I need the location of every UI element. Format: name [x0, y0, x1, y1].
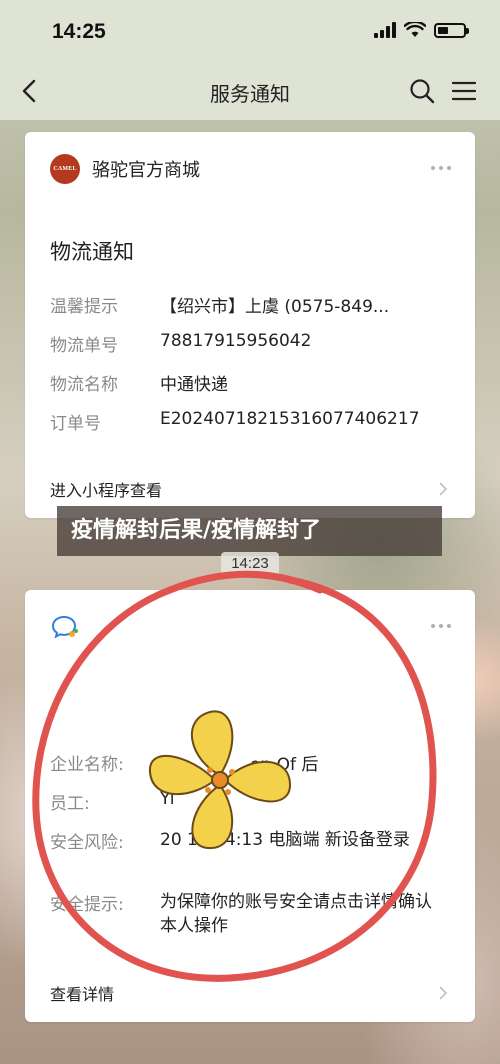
- field-value: 20 19 14:13 电脑端 新设备登录: [160, 830, 410, 850]
- search-icon[interactable]: [408, 77, 436, 105]
- field-row: 温馨提示 【绍兴市】上虞 (0575-849...: [50, 292, 455, 318]
- field-label: 温馨提示: [50, 297, 118, 317]
- field-label: 员工:: [50, 794, 90, 814]
- shop-avatar: CAMEL: [50, 154, 80, 184]
- nav-bar: 服务通知: [0, 64, 500, 120]
- more-options-icon[interactable]: [431, 166, 451, 170]
- open-mini-program-link[interactable]: 进入小程序查看: [50, 476, 450, 502]
- footer-label: 查看详情: [50, 985, 115, 1004]
- shop-name: 骆驼官方商城: [92, 160, 200, 181]
- chevron-right-icon: [439, 482, 448, 496]
- field-value: 中通快递: [160, 375, 228, 395]
- overlay-caption: 疫情解封后果/疫情解封了: [57, 506, 442, 556]
- card-header: CAMEL 骆驼官方商城: [50, 154, 455, 184]
- field-label: 安全风险:: [50, 833, 124, 853]
- status-icons: [374, 22, 469, 38]
- field-row: 企业名称: on Of 后: [50, 750, 455, 776]
- battery-icon: [434, 22, 469, 38]
- chevron-right-icon: [439, 986, 448, 1000]
- footer-label: 进入小程序查看: [50, 481, 163, 500]
- field-row: 物流名称 中通快递: [50, 370, 455, 396]
- status-bar: 14:25: [0, 0, 500, 64]
- wifi-icon: [404, 22, 426, 37]
- more-options-icon[interactable]: [431, 624, 451, 628]
- field-row: 员工: Yi: [50, 789, 455, 815]
- menu-icon[interactable]: [450, 77, 478, 105]
- view-details-link[interactable]: 查看详情: [50, 980, 450, 1006]
- field-row: 订单号 E20240718215316077406217: [50, 409, 455, 435]
- card-title: 物流通知: [50, 240, 134, 264]
- message-timestamp: 14:23: [221, 552, 279, 576]
- field-label: 企业名称:: [50, 755, 124, 775]
- security-notification-card[interactable]: 企业名称: on Of 后 员工: Yi 安全风险: 20 19 14:13 电…: [25, 590, 475, 1022]
- field-label: 订单号: [50, 414, 101, 434]
- field-row: 安全提示: 为保障你的账号安全请点击详情确认本人操作: [50, 890, 455, 942]
- status-time: 14:25: [52, 20, 106, 43]
- field-value: E20240718215316077406217: [160, 409, 420, 429]
- wechat-work-icon: [51, 615, 78, 639]
- field-label: 物流单号: [50, 336, 118, 356]
- signal-icon: [374, 22, 396, 38]
- field-value: 【绍兴市】上虞 (0575-849...: [160, 297, 390, 317]
- field-label: 安全提示:: [50, 895, 124, 915]
- field-row: 物流单号 78817915956042: [50, 331, 455, 357]
- field-value: 为保障你的账号安全请点击详情确认本人操作: [160, 892, 432, 936]
- field-value: 78817915956042: [160, 331, 312, 351]
- card-header: [50, 612, 455, 642]
- field-value: Yi: [160, 789, 175, 809]
- field-label: 物流名称: [50, 375, 118, 395]
- logistics-notification-card[interactable]: CAMEL 骆驼官方商城 物流通知 温馨提示 【绍兴市】上虞 (0575-849…: [25, 132, 475, 518]
- field-row: 安全风险: 20 19 14:13 电脑端 新设备登录: [50, 828, 455, 880]
- field-value: on Of 后: [250, 755, 319, 775]
